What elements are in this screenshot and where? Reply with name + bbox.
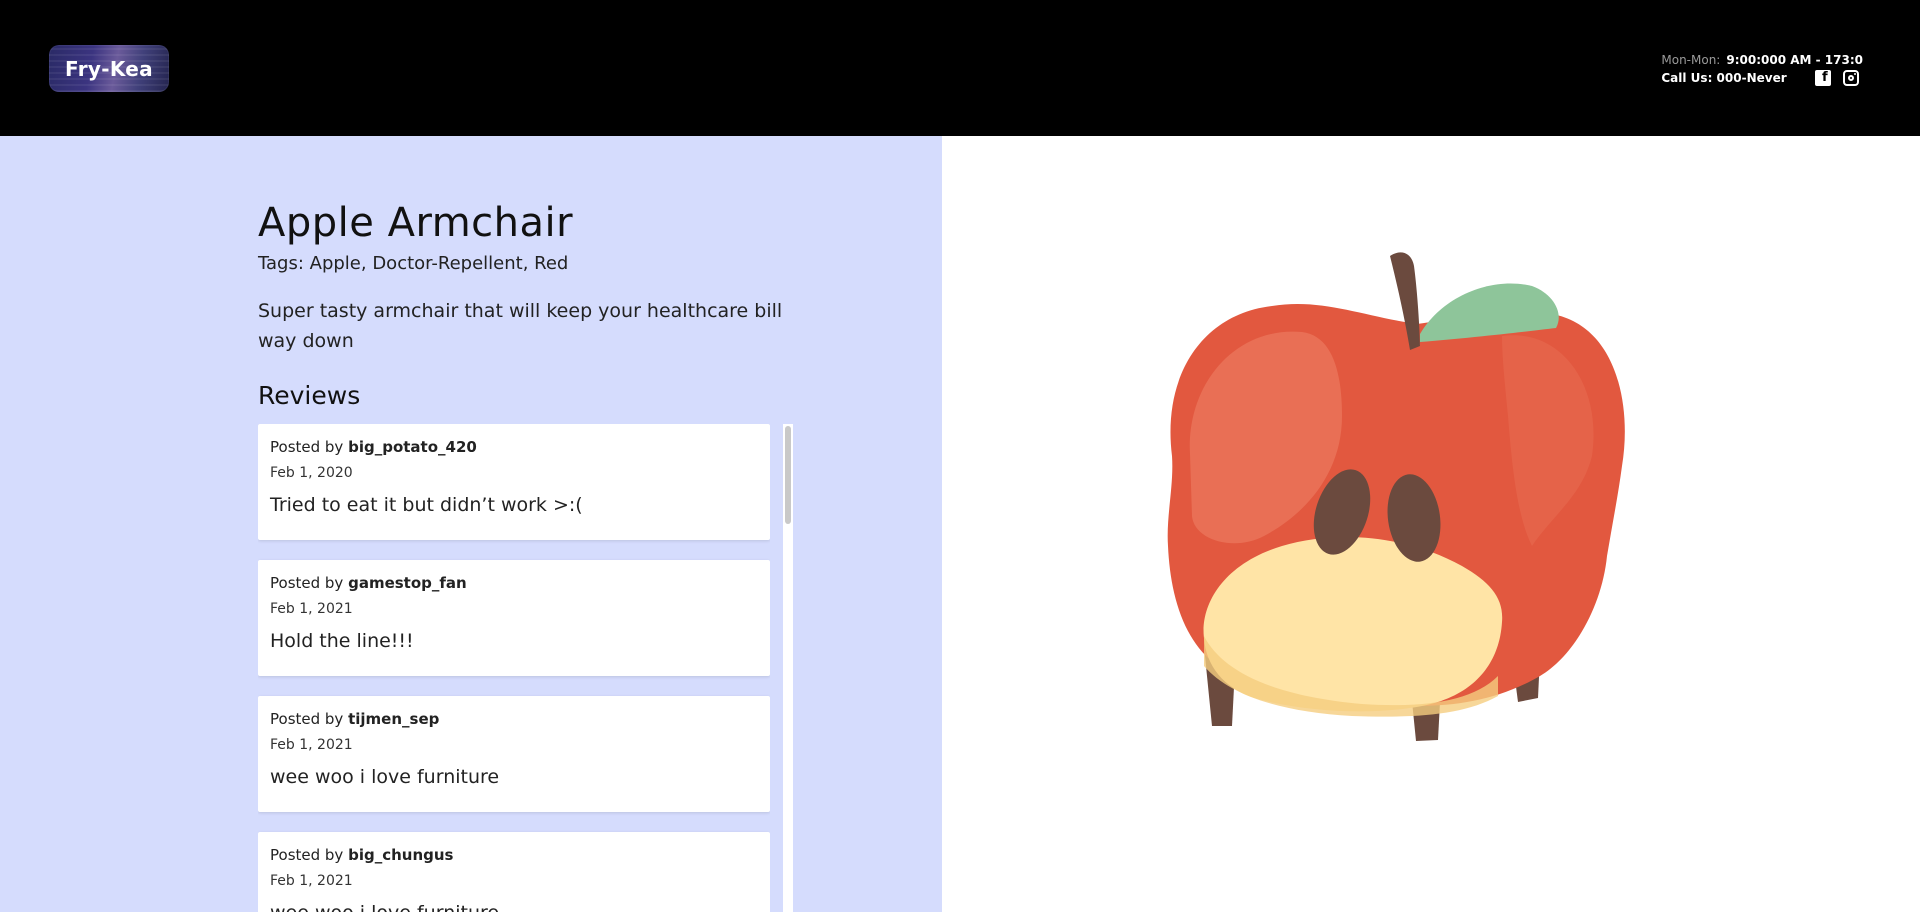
review-card: Posted by big_potato_420 Feb 1, 2020 Tri… [258,424,770,540]
hours-value: 9:00:000 AM - 173:0 [1726,52,1863,67]
posted-by-label: Posted by [270,438,344,456]
product-description: Super tasty armchair that will keep your… [258,300,783,352]
review-card: Posted by big_chungus Feb 1, 2021 wee wo… [258,832,770,912]
review-author: tijmen_sep [348,710,440,728]
posted-by-label: Posted by [270,574,344,592]
reviews-scrollbar[interactable] [783,424,793,912]
social-links: f [1814,70,1859,86]
review-author-line: Posted by big_chungus [270,842,758,868]
apple-armchair-illustration [1167,252,1625,741]
posted-by-label: Posted by [270,710,344,728]
review-date: Feb 1, 2021 [270,737,353,753]
review-author-line: Posted by gamestop_fan [270,570,758,596]
phone-text: Call Us: 000-Never [1661,71,1787,85]
review-text: wee woo i love furniture [270,902,758,912]
hours-label: Mon-Mon: [1661,52,1721,67]
review-card: Posted by gamestop_fan Feb 1, 2021 Hold … [258,560,770,676]
review-card: Posted by tijmen_sep Feb 1, 2021 wee woo… [258,696,770,812]
header-contact-info: Mon-Mon: 9:00:000 AM - 173:0 Call Us: 00… [1661,49,1863,86]
site-header: Fry-Kea Mon-Mon: 9:00:000 AM - 173:0 Cal… [0,0,1920,136]
review-author-line: Posted by big_potato_420 [270,434,758,460]
review-date: Feb 1, 2021 [270,873,353,889]
review-text: Hold the line!!! [270,630,414,652]
review-text: wee woo i love furniture [270,766,500,788]
review-author: big_potato_420 [348,438,477,456]
facebook-icon[interactable]: f [1814,70,1831,86]
reviews-heading: Reviews [258,381,361,410]
review-author-line: Posted by tijmen_sep [270,706,758,732]
product-tags: Tags: Apple, Doctor-Repellent, Red [258,253,569,274]
phone-row: Call Us: 000-Never f [1661,70,1863,86]
opening-hours: Mon-Mon: 9:00:000 AM - 173:0 [1661,49,1863,70]
review-date: Feb 1, 2020 [270,465,353,481]
posted-by-label: Posted by [270,846,344,864]
review-author: big_chungus [348,846,454,864]
instagram-icon[interactable] [1842,70,1859,86]
review-text: Tried to eat it but didn’t work >:( [270,494,583,516]
scrollbar-thumb[interactable] [785,426,791,524]
product-image-panel [942,136,1920,912]
reviews-list[interactable]: Posted by big_potato_420 Feb 1, 2020 Tri… [258,424,770,912]
review-date: Feb 1, 2021 [270,601,353,617]
product-title: Apple Armchair [258,200,574,246]
brand-logo[interactable]: Fry-Kea [49,45,169,92]
review-author: gamestop_fan [348,574,467,592]
product-details-panel: Apple Armchair Tags: Apple, Doctor-Repel… [0,136,942,912]
